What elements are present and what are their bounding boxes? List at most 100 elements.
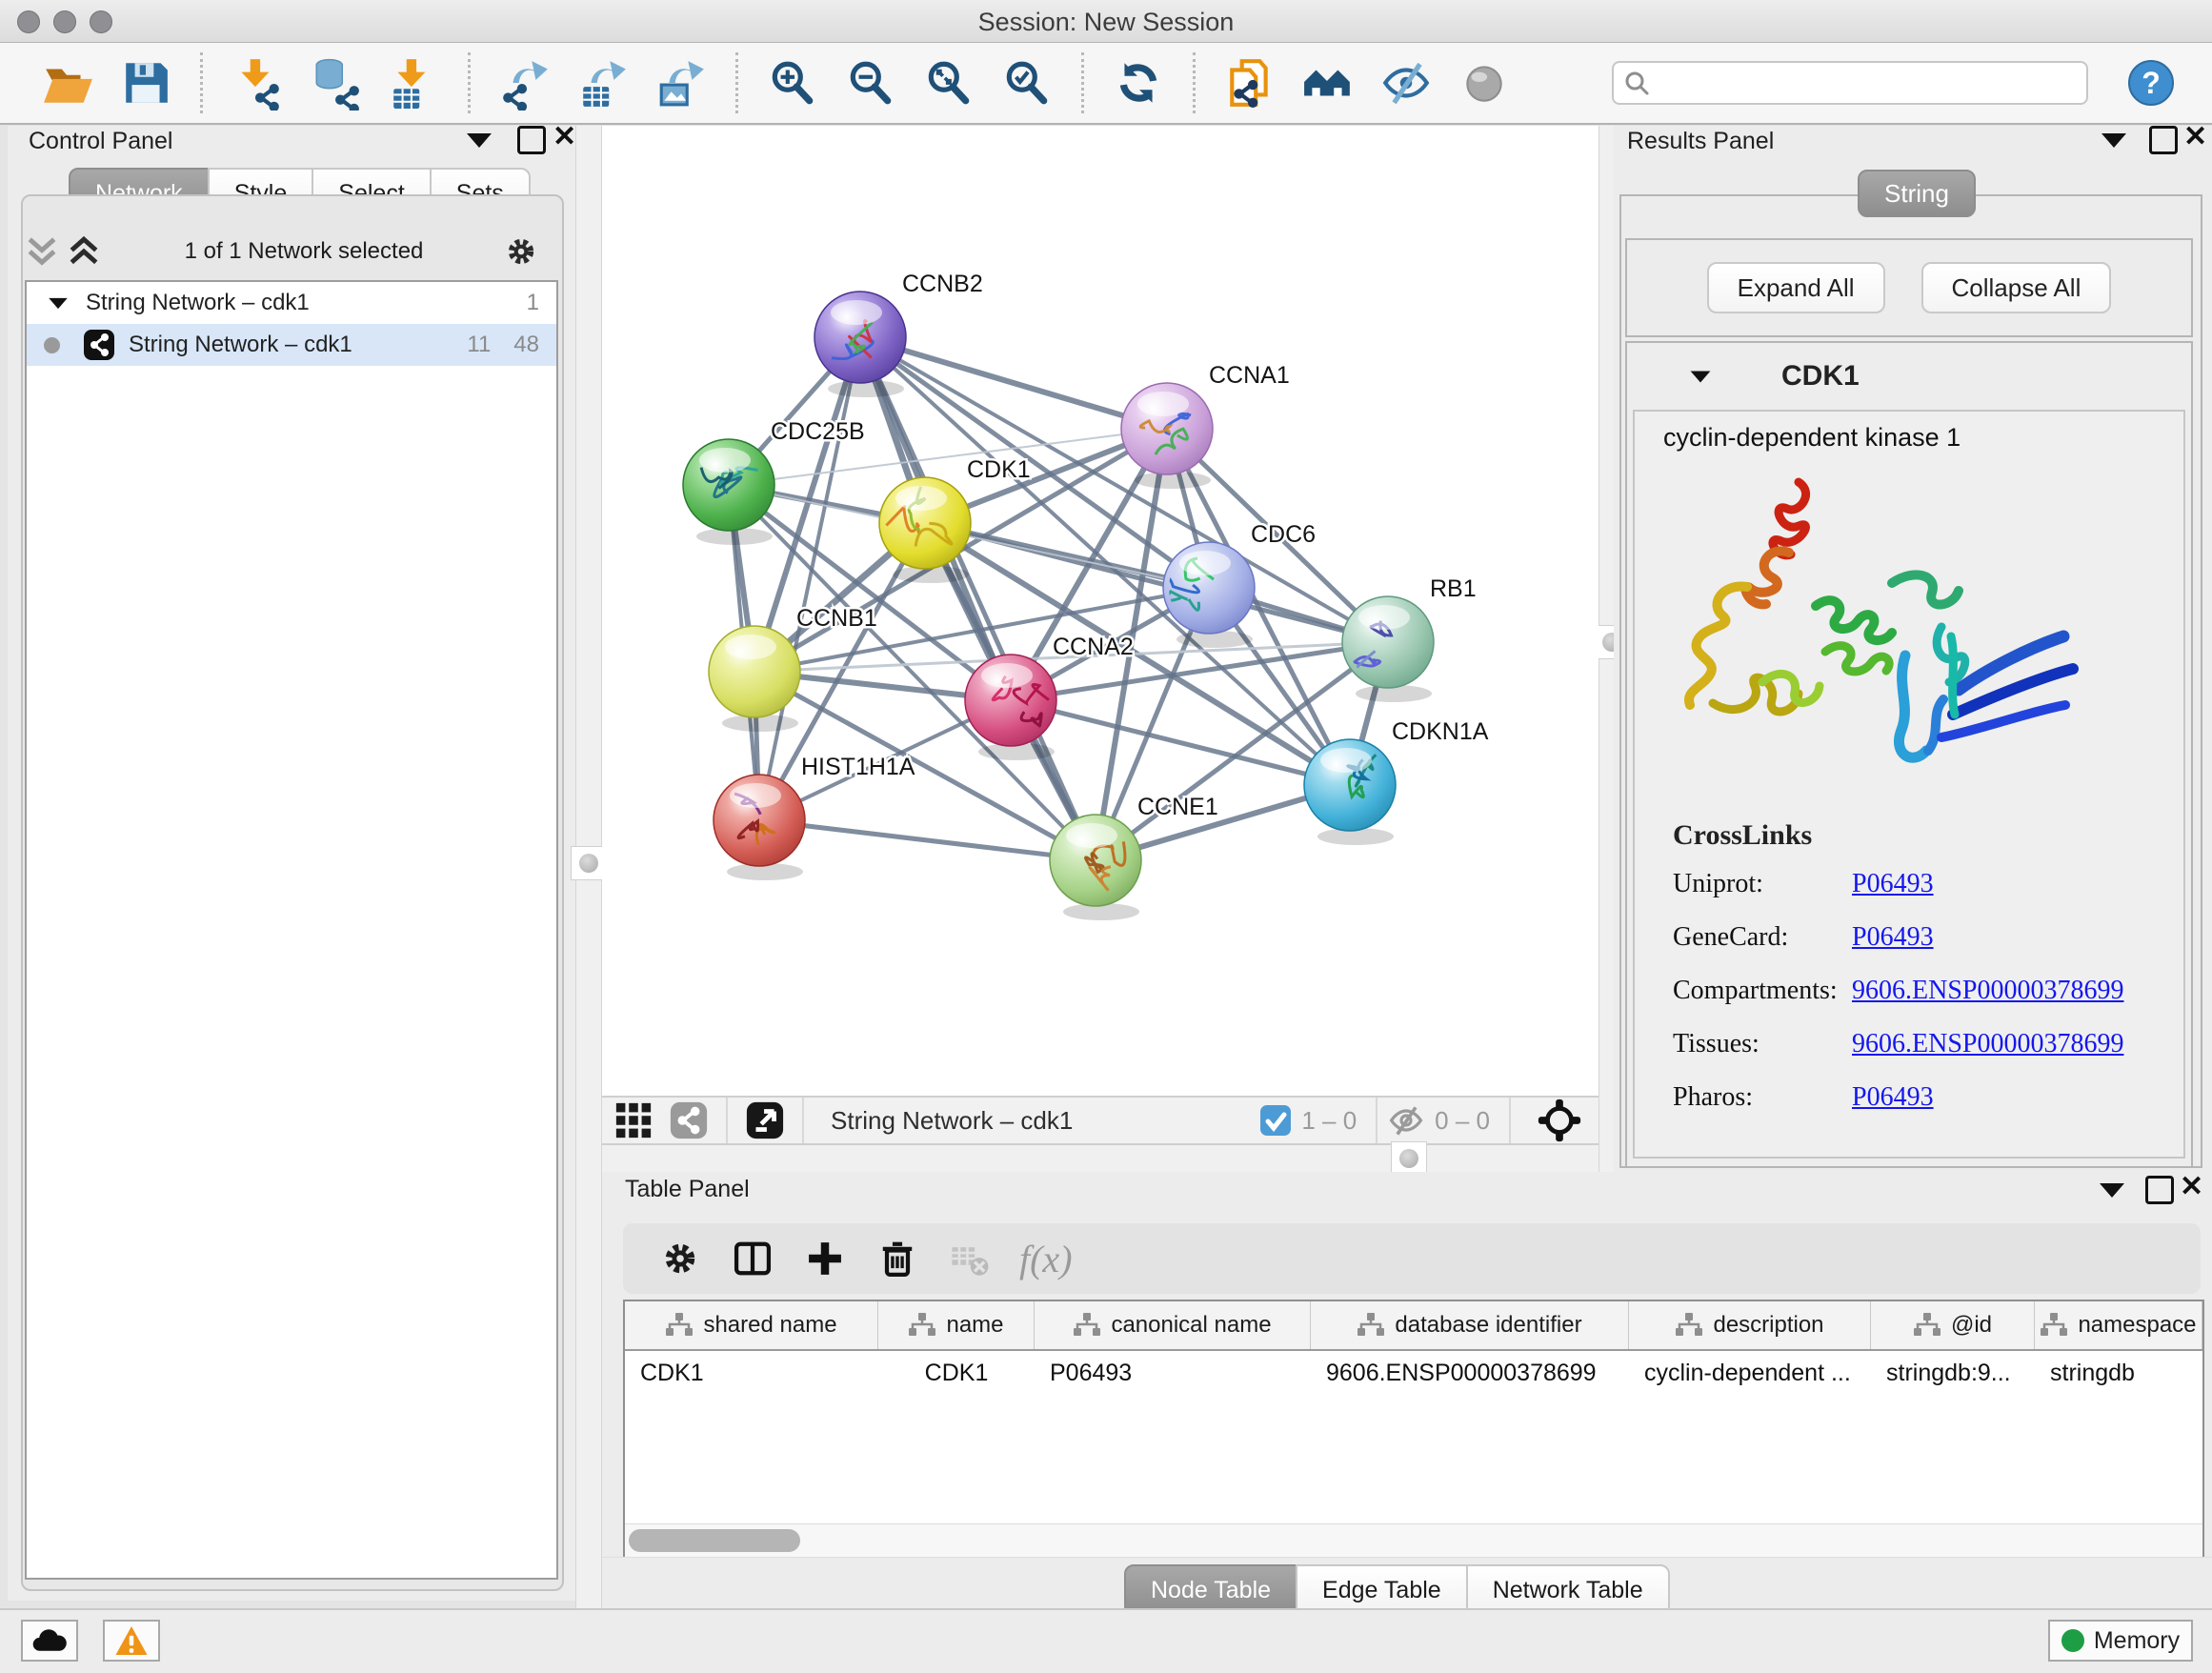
selected-nodes-checkbox-icon[interactable] <box>1259 1104 1292 1137</box>
node-label-CCNA2: CCNA2 <box>1053 634 1134 660</box>
grid-view-icon[interactable] <box>613 1100 654 1140</box>
control-panel-close-icon[interactable]: ✕ <box>553 126 576 149</box>
gene-section: CDK1 cyclin-dependent kinase 1 <box>1625 341 2193 1168</box>
tab-string[interactable]: String <box>1858 170 1976 217</box>
column-header--id[interactable]: @id <box>1871 1301 2035 1349</box>
table-toolbar: f(x) <box>623 1223 2201 1294</box>
birds-eye-view-icon[interactable] <box>745 1100 785 1140</box>
node-label-RB1: RB1 <box>1430 575 1477 602</box>
cell-database-identifier[interactable]: 9606.ENSP00000378699 <box>1311 1351 1629 1395</box>
column-header-description[interactable]: description <box>1629 1301 1871 1349</box>
network-list: String Network – cdk1 1 String Network –… <box>25 280 558 1580</box>
results-panel-close-icon[interactable]: ✕ <box>2183 126 2207 149</box>
table-panel: Table Panel ✕ f(x) shared namenamecanoni… <box>602 1172 2212 1608</box>
gene-section-header[interactable]: CDK1 <box>1627 343 2191 410</box>
column-header-shared-name[interactable]: shared name <box>625 1301 878 1349</box>
show-columns-icon[interactable] <box>732 1238 774 1280</box>
crosslink-link[interactable]: P06493 <box>1852 869 1934 899</box>
results-panel-float-icon[interactable] <box>2101 133 2126 148</box>
network-row-selected[interactable]: String Network – cdk1 11 48 <box>27 324 556 366</box>
network-current-dot <box>44 337 60 353</box>
delete-column-icon[interactable] <box>876 1238 918 1280</box>
fit-selected-crosshair-icon[interactable] <box>1536 1097 1583 1144</box>
results-panel-maximize-icon[interactable] <box>2149 126 2178 154</box>
table-panel-maximize-icon[interactable] <box>2145 1176 2174 1204</box>
network-node-CDKN1A[interactable]: CDKN1A <box>1304 718 1489 845</box>
cloud-button[interactable] <box>21 1620 78 1662</box>
add-column-icon[interactable] <box>804 1238 846 1280</box>
zoom-out-icon[interactable] <box>845 55 896 111</box>
left-splitter[interactable] <box>575 126 602 1608</box>
zoom-fit-icon[interactable] <box>923 55 975 111</box>
node-label-CDKN1A: CDKN1A <box>1392 718 1489 745</box>
column-header-namespace[interactable]: namespace <box>2035 1301 2202 1349</box>
export-table-icon[interactable] <box>577 55 629 111</box>
cell-canonical-name[interactable]: P06493 <box>1035 1351 1311 1395</box>
string-document-icon[interactable] <box>1224 55 1276 111</box>
export-network-icon[interactable] <box>499 55 551 111</box>
crosslinks-title: CrossLinks <box>1673 819 2123 852</box>
cell-shared-name[interactable]: CDK1 <box>625 1351 878 1395</box>
crosslink-link[interactable]: 9606.ENSP00000378699 <box>1852 1029 2123 1059</box>
import-network-icon[interactable] <box>231 55 283 111</box>
hide-unhide-icon[interactable] <box>1380 55 1432 111</box>
network-node-HIST1H1A[interactable]: HIST1H1A <box>714 754 915 880</box>
hidden-eye-slash-icon[interactable] <box>1387 1101 1425 1139</box>
export-image-icon[interactable] <box>655 55 707 111</box>
crosslink-link[interactable]: P06493 <box>1852 1082 1934 1113</box>
crosslink-link[interactable]: P06493 <box>1852 922 1934 953</box>
zoom-in-icon[interactable] <box>767 55 818 111</box>
crosslink-label: Pharos: <box>1673 1082 1852 1113</box>
gene-collapse-icon[interactable] <box>1691 371 1711 382</box>
table-panel-close-icon[interactable]: ✕ <box>2180 1176 2203 1199</box>
zoom-selected-icon[interactable] <box>1001 55 1053 111</box>
table-options-gear-icon[interactable] <box>659 1238 701 1280</box>
collapse-all-button[interactable]: Collapse All <box>1921 262 2112 313</box>
column-header-name[interactable]: name <box>878 1301 1035 1349</box>
network-canvas[interactable]: CCNB2 CCNA1 CDC25B CDK1 CDC6 RB1 <box>602 126 1599 1096</box>
open-session-icon[interactable] <box>42 55 93 111</box>
results-panel-title: Results Panel <box>1627 128 1774 155</box>
table-row[interactable]: CDK1CDK1P064939606.ENSP00000378699cyclin… <box>625 1351 2202 1395</box>
search-input[interactable] <box>1658 69 2077 97</box>
memory-button[interactable]: Memory <box>2048 1620 2193 1662</box>
control-panel-float-icon[interactable] <box>467 133 492 148</box>
table-h-scrollbar-thumb[interactable] <box>629 1529 800 1552</box>
network-node-CCNB2[interactable]: CCNB2 <box>814 271 983 397</box>
collection-expand-icon[interactable] <box>49 297 68 308</box>
help-icon[interactable]: ? <box>2126 58 2176 108</box>
search-box[interactable] <box>1612 61 2088 105</box>
horizontal-splitter[interactable] <box>602 1145 1599 1172</box>
cell-name[interactable]: CDK1 <box>878 1351 1035 1395</box>
network-share-view-icon[interactable] <box>669 1100 709 1140</box>
control-panel-maximize-icon[interactable] <box>517 126 546 154</box>
expand-all-button[interactable]: Expand All <box>1707 262 1885 313</box>
save-session-icon[interactable] <box>120 55 171 111</box>
network-node-RB1[interactable]: RB1 <box>1342 575 1477 702</box>
network-selected-status: 1 of 1 Network selected <box>105 238 503 265</box>
import-database-icon[interactable] <box>310 55 361 111</box>
collapse-all-icon[interactable] <box>25 235 59 268</box>
network-options-gear-icon[interactable] <box>503 233 539 270</box>
cell--id[interactable]: stringdb:9... <box>1871 1351 2035 1395</box>
table-panel-float-icon[interactable] <box>2100 1183 2124 1198</box>
column-header-database-identifier[interactable]: database identifier <box>1311 1301 1629 1349</box>
horizontal-splitter-handle[interactable] <box>1391 1141 1427 1176</box>
network-node-CDC25B[interactable]: CDC25B <box>683 418 865 545</box>
collection-label: String Network – cdk1 <box>86 290 310 316</box>
homes-icon[interactable] <box>1302 55 1354 111</box>
cell-description[interactable]: cyclin-dependent ... <box>1629 1351 1871 1395</box>
crosslink-link[interactable]: 9606.ENSP00000378699 <box>1852 976 2123 1006</box>
cell-namespace[interactable]: stringdb <box>2035 1351 2202 1395</box>
import-table-icon[interactable] <box>388 55 439 111</box>
column-header-canonical-name[interactable]: canonical name <box>1035 1301 1311 1349</box>
network-node-CCNA1[interactable]: CCNA1 <box>1121 362 1290 489</box>
title-bar: Session: New Session <box>0 0 2212 43</box>
network-collection-row[interactable]: String Network – cdk1 1 <box>27 282 556 324</box>
warnings-button[interactable] <box>103 1620 160 1662</box>
refresh-icon[interactable] <box>1113 55 1164 111</box>
crosslink-row: Pharos:P06493 <box>1673 1082 2123 1113</box>
expand-all-icon[interactable] <box>67 235 101 268</box>
table-h-scrollbar[interactable] <box>625 1523 2202 1557</box>
node-table[interactable]: shared namenamecanonical namedatabase id… <box>623 1300 2204 1559</box>
